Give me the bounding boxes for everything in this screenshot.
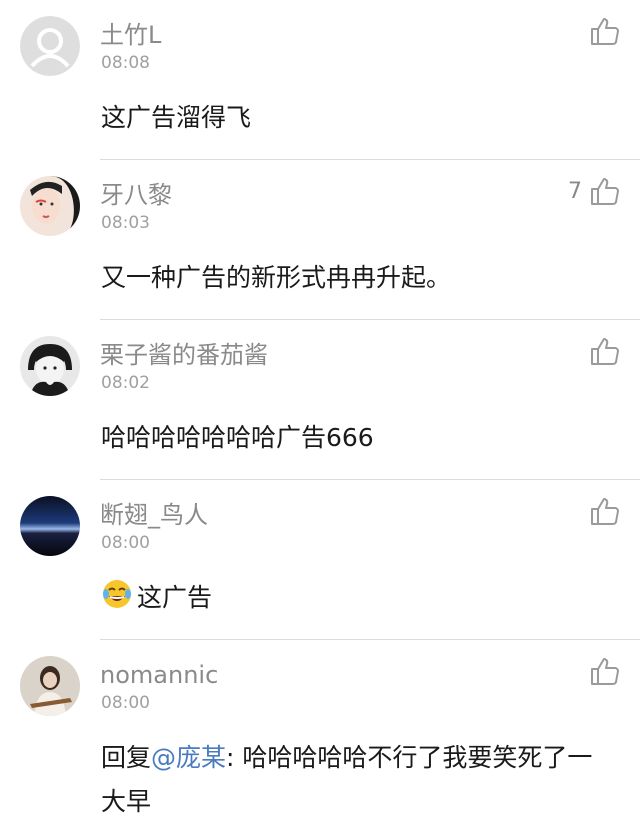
comment-item: 土竹L 08:08 这广告溜得飞: [0, 0, 640, 160]
comment-text: 又一种广告的新形式冉冉升起。: [101, 263, 452, 292]
comment-item: nomannic 08:00 回复@庞某: 哈哈哈哈哈不行了我要笑死了一大早: [0, 640, 640, 830]
default-avatar-icon: [20, 16, 80, 76]
user-photo-avatar: [20, 656, 80, 716]
avatar[interactable]: [20, 16, 80, 76]
mention-link[interactable]: @庞某: [151, 743, 226, 772]
comment-item: 牙八黎 08:03 7 又一种广告的新形式冉冉升起。: [0, 160, 640, 320]
username[interactable]: 牙八黎: [100, 180, 172, 210]
thumbs-up-icon: [591, 18, 619, 45]
username[interactable]: 栗子酱的番茄酱: [100, 340, 268, 370]
user-photo-avatar: [20, 176, 80, 236]
like-button[interactable]: [588, 14, 622, 48]
username[interactable]: 土竹L: [100, 20, 161, 50]
comment-text: 这广告: [101, 576, 621, 620]
like-count: 7: [568, 178, 582, 204]
timestamp: 08:08: [101, 53, 150, 73]
comment-text: 哈哈哈哈哈哈哈广告666: [101, 423, 374, 452]
username[interactable]: 断翅_鸟人: [100, 500, 208, 530]
comment-item: 栗子酱的番茄酱 08:02 哈哈哈哈哈哈哈广告666: [0, 320, 640, 480]
thumbs-up-icon: [591, 498, 619, 525]
user-photo-avatar: [20, 496, 80, 556]
timestamp: 08:02: [101, 373, 150, 393]
comment-text: 这广告溜得飞: [101, 103, 252, 132]
laughing-crying-emoji: [103, 580, 131, 608]
like-button[interactable]: [588, 334, 622, 368]
thumbs-up-icon: [591, 178, 619, 205]
like-button[interactable]: 7: [568, 174, 622, 208]
comment-item: 断翅_鸟人 08:00 这广告: [0, 480, 640, 640]
like-button[interactable]: [588, 654, 622, 688]
comment-text-content: 这广告: [137, 583, 213, 612]
timestamp: 08:00: [101, 693, 150, 713]
like-button[interactable]: [588, 494, 622, 528]
thumbs-up-icon: [591, 658, 619, 685]
avatar[interactable]: [20, 656, 80, 716]
comment-text: 回复@庞某: 哈哈哈哈哈不行了我要笑死了一大早: [101, 736, 611, 824]
avatar[interactable]: [20, 496, 80, 556]
timestamp: 08:00: [101, 533, 150, 553]
reply-prefix: 回复: [101, 743, 152, 772]
user-photo-avatar: [20, 336, 80, 396]
thumbs-up-icon: [591, 338, 619, 365]
avatar[interactable]: [20, 176, 80, 236]
username[interactable]: nomannic: [100, 660, 218, 690]
avatar[interactable]: [20, 336, 80, 396]
timestamp: 08:03: [101, 213, 150, 233]
